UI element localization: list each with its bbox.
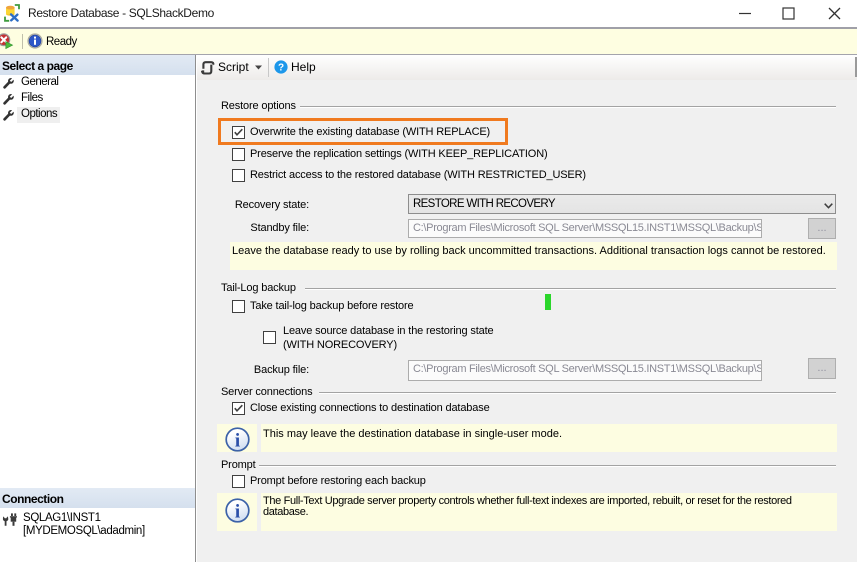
svg-text:?: ? xyxy=(278,63,284,74)
svg-text:i: i xyxy=(235,502,240,523)
svg-text:i: i xyxy=(235,431,240,452)
